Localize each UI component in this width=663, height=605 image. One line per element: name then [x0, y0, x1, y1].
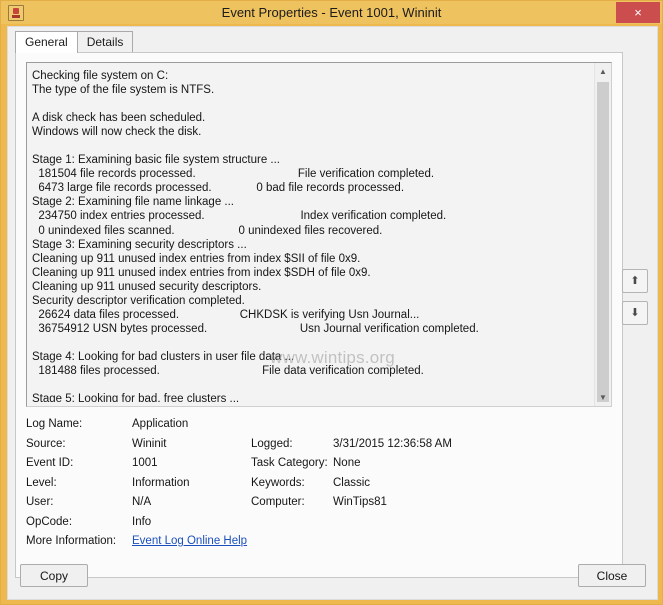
tab-strip: General Details [15, 31, 623, 53]
keywords-label: Keywords: [251, 476, 305, 489]
task-category-value: None [333, 457, 361, 469]
keywords-value: Classic [333, 476, 371, 489]
event-properties-window: Event Properties - Event 1001, Wininit ×… [0, 0, 663, 605]
opcode-value: Info [132, 515, 152, 528]
logged-value: 3/31/2015 12:36:58 AM [333, 437, 452, 450]
event-properties-icon [8, 4, 24, 21]
title-bar: Event Properties - Event 1001, Wininit × [1, 1, 662, 24]
event-id-value: 1001 [132, 457, 158, 469]
general-tab-panel: Checking file system on C: The type of t… [15, 52, 623, 578]
user-label: User: [26, 496, 54, 508]
previous-event-button[interactable]: ⬆ [622, 269, 648, 293]
metadata-row: User: N/A Computer: WinTips81 [26, 496, 612, 516]
dialog-client-area: General Details Checking file system on … [7, 26, 658, 600]
close-window-button[interactable]: × [616, 2, 660, 23]
arrow-up-icon: ⬆ [630, 274, 640, 287]
more-information-label: More Information: [26, 535, 117, 547]
metadata-row: Log Name: Application [26, 418, 612, 438]
event-message-text: Checking file system on C: The type of t… [32, 70, 479, 402]
event-navigation-buttons: ⬆ ⬇ [622, 269, 648, 333]
metadata-row: OpCode: Info [26, 516, 612, 536]
message-scrollbar[interactable]: ▲ ▼ [594, 63, 611, 406]
source-value: Wininit [132, 437, 167, 450]
tab-details[interactable]: Details [76, 31, 134, 52]
level-value: Information [132, 476, 190, 489]
scroll-up-icon[interactable]: ▲ [595, 63, 611, 80]
logged-label: Logged: [251, 437, 293, 450]
log-name-label: Log Name: [26, 418, 83, 430]
metadata-row: More Information: Event Log Online Help [26, 535, 612, 555]
window-title: Event Properties - Event 1001, Wininit [221, 5, 442, 20]
computer-value: WinTips81 [333, 496, 387, 508]
scrollbar-thumb[interactable] [597, 82, 609, 402]
metadata-row: Event ID: 1001 Task Category: None [26, 457, 612, 477]
metadata-row: Level: Information Keywords: Classic [26, 477, 612, 497]
source-label: Source: [26, 437, 66, 450]
metadata-row: Source: Wininit Logged: 3/31/2015 12:36:… [26, 438, 612, 458]
task-category-label: Task Category: [251, 457, 328, 469]
event-metadata: Log Name: Application Source: Wininit Lo… [26, 418, 612, 555]
log-name-value: Application [132, 418, 189, 430]
event-log-online-help-link[interactable]: Event Log Online Help [132, 535, 247, 547]
opcode-label: OpCode: [26, 515, 73, 528]
tab-general[interactable]: General [15, 31, 78, 53]
next-event-button[interactable]: ⬇ [622, 301, 648, 325]
arrow-down-icon: ⬇ [630, 306, 640, 319]
computer-label: Computer: [251, 496, 305, 508]
event-id-label: Event ID: [26, 457, 74, 469]
close-button[interactable]: Close [578, 564, 646, 587]
event-message-box[interactable]: Checking file system on C: The type of t… [26, 62, 612, 407]
level-label: Level: [26, 476, 57, 489]
user-value: N/A [132, 496, 152, 508]
copy-button[interactable]: Copy [20, 564, 88, 587]
scroll-down-icon[interactable]: ▼ [595, 389, 611, 406]
